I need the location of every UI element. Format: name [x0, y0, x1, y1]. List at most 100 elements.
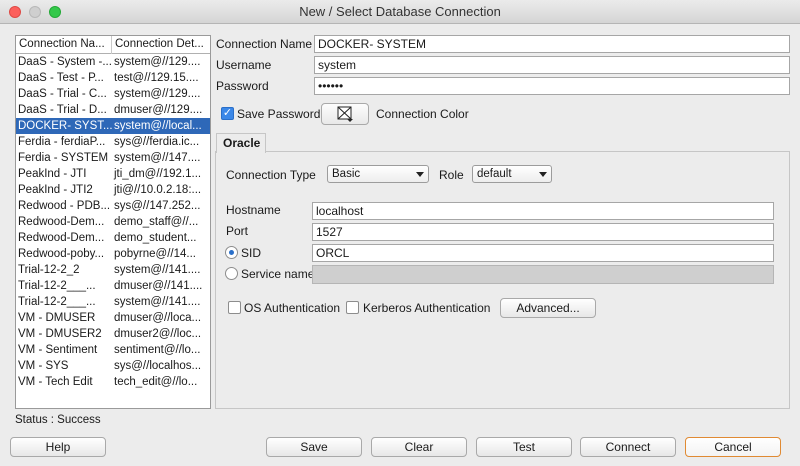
os-authentication-checkbox[interactable]: [228, 301, 241, 314]
connection-details-cell: jti_dm@//192.1...: [114, 168, 202, 180]
connection-details-cell: jti@//10.0.2.18:...: [114, 184, 202, 196]
connection-name-cell: Redwood - PDB...: [18, 200, 111, 212]
connection-name-cell: VM - Tech Edit: [18, 376, 93, 388]
status-text: Status : Success: [15, 414, 101, 426]
help-button[interactable]: Help: [10, 437, 106, 457]
connection-name-cell: VM - DMUSER2: [18, 328, 102, 340]
connection-row[interactable]: PeakInd - JTI jti_dm@//192.1...: [16, 166, 210, 182]
connection-row[interactable]: Trial-12-2_2 system@//141....: [16, 262, 210, 278]
connection-name-cell: Trial-12-2___...: [18, 296, 96, 308]
connection-name-cell: Trial-12-2_2: [18, 264, 80, 276]
connection-list[interactable]: Connection Na... Connection Det... DaaS …: [15, 35, 211, 409]
chevron-down-icon: [539, 172, 547, 177]
connection-color-label: Connection Color: [376, 107, 469, 121]
username-field[interactable]: system: [314, 56, 790, 74]
connection-details-cell: system@//129....: [114, 88, 201, 100]
password-field[interactable]: ••••••: [314, 77, 790, 95]
kerberos-authentication-label: Kerberos Authentication: [363, 301, 491, 315]
connection-details-cell: system@//local...: [114, 120, 202, 132]
connection-row[interactable]: Trial-12-2___... dmuser@//141....: [16, 278, 210, 294]
connection-details-cell: demo_student...: [114, 232, 197, 244]
save-button[interactable]: Save: [266, 437, 362, 457]
connection-row[interactable]: Redwood-Dem... demo_staff@//...: [16, 214, 210, 230]
connection-row[interactable]: DaaS - Test - P... test@//129.15....: [16, 70, 210, 86]
connection-name-field[interactable]: DOCKER- SYSTEM: [314, 35, 790, 53]
connection-details-cell: test@//129.15....: [114, 72, 199, 84]
kerberos-authentication-checkbox[interactable]: [346, 301, 359, 314]
service-name-radio[interactable]: [225, 267, 238, 280]
connection-list-header: Connection Na... Connection Det...: [16, 36, 210, 54]
connection-name-cell: Ferdia - ferdiaP...: [18, 136, 106, 148]
service-name-label: Service name: [241, 267, 315, 281]
connection-name-label: Connection Name: [216, 37, 313, 51]
connection-name-cell: DaaS - Test - P...: [18, 72, 104, 84]
column-header-connection-details[interactable]: Connection Det...: [112, 36, 210, 54]
username-label: Username: [216, 58, 272, 72]
window-title: New / Select Database Connection: [299, 4, 501, 19]
connection-row[interactable]: Ferdia - ferdiaP... sys@//ferdia.ic...: [16, 134, 210, 150]
connection-row[interactable]: VM - Tech Edit tech_edit@//lo...: [16, 374, 210, 390]
connection-name-cell: PeakInd - JTI: [18, 168, 87, 180]
connection-name-cell: Ferdia - SYSTEM: [18, 152, 109, 164]
chevron-down-icon: [416, 172, 424, 177]
save-password-checkbox[interactable]: ✓: [221, 107, 234, 120]
connection-type-value: Basic: [332, 168, 361, 180]
connection-details-cell: dmuser2@//loc...: [114, 328, 202, 340]
connection-row[interactable]: Redwood-poby... pobyrne@//14...: [16, 246, 210, 262]
connection-details-cell: dmuser@//141....: [114, 280, 203, 292]
role-select[interactable]: default: [472, 165, 552, 183]
advanced-button[interactable]: Advanced...: [500, 298, 596, 318]
connection-name-cell: DaaS - Trial - C...: [18, 88, 107, 100]
connection-row[interactable]: VM - Sentiment sentiment@//lo...: [16, 342, 210, 358]
connection-details-cell: sys@//147.252...: [114, 200, 201, 212]
title-bar: New / Select Database Connection: [0, 0, 800, 24]
sid-field[interactable]: ORCL: [312, 244, 774, 262]
cancel-button[interactable]: Cancel: [685, 437, 781, 457]
connection-details-cell: tech_edit@//lo...: [114, 376, 198, 388]
connection-row[interactable]: Trial-12-2___... system@//141....: [16, 294, 210, 310]
connection-details-cell: system@//129....: [114, 56, 201, 68]
connection-row[interactable]: VM - DMUSER2 dmuser2@//loc...: [16, 326, 210, 342]
test-button[interactable]: Test: [476, 437, 572, 457]
connection-row[interactable]: DaaS - Trial - C... system@//129....: [16, 86, 210, 102]
connection-row[interactable]: DaaS - System -... system@//129....: [16, 54, 210, 70]
save-password-label: Save Password: [237, 107, 321, 121]
os-authentication-label: OS Authentication: [244, 301, 341, 315]
connection-row[interactable]: DaaS - Trial - D... dmuser@//129....: [16, 102, 210, 118]
connection-name-cell: DaaS - Trial - D...: [18, 104, 107, 116]
connection-row[interactable]: VM - DMUSER dmuser@//loca...: [16, 310, 210, 326]
connection-row[interactable]: Redwood-Dem... demo_student...: [16, 230, 210, 246]
connection-details-cell: system@//141....: [114, 296, 201, 308]
connection-name-cell: VM - SYS: [18, 360, 69, 372]
service-name-field[interactable]: [312, 265, 774, 284]
hostname-label: Hostname: [226, 203, 281, 217]
hostname-field[interactable]: localhost: [312, 202, 774, 220]
connection-name-cell: Redwood-poby...: [18, 248, 105, 260]
connection-name-cell: DOCKER- SYST...: [18, 120, 112, 132]
connection-type-select[interactable]: Basic: [327, 165, 429, 183]
connection-name-cell: Redwood-Dem...: [18, 216, 105, 228]
role-value: default: [477, 168, 512, 180]
port-label: Port: [226, 224, 249, 238]
connection-type-label: Connection Type: [226, 168, 316, 182]
connection-name-cell: VM - Sentiment: [18, 344, 98, 356]
connection-rows: DaaS - System -... system@//129.... DaaS -…: [16, 54, 210, 390]
port-field[interactable]: 1527: [312, 223, 774, 241]
connection-row[interactable]: Redwood - PDB... sys@//147.252...: [16, 198, 210, 214]
connection-row[interactable]: PeakInd - JTI2 jti@//10.0.2.18:...: [16, 182, 210, 198]
connection-row[interactable]: Ferdia - SYSTEM system@//147....: [16, 150, 210, 166]
connection-row[interactable]: DOCKER- SYST... system@//local...: [16, 118, 210, 134]
connection-row[interactable]: VM - SYS sys@//localhos...: [16, 358, 210, 374]
connection-name-cell: VM - DMUSER: [18, 312, 96, 324]
connection-color-button[interactable]: [321, 103, 369, 125]
tab-oracle[interactable]: Oracle: [216, 133, 266, 153]
connection-details-cell: dmuser@//129....: [114, 104, 203, 116]
connection-details-cell: system@//141....: [114, 264, 201, 276]
clear-button[interactable]: Clear: [371, 437, 467, 457]
connection-details-cell: sentiment@//lo...: [114, 344, 201, 356]
column-header-connection-name[interactable]: Connection Na...: [16, 36, 112, 54]
connect-button[interactable]: Connect: [580, 437, 676, 457]
sid-radio[interactable]: [225, 246, 238, 259]
connection-details-cell: sys@//ferdia.ic...: [114, 136, 200, 148]
connection-name-cell: Redwood-Dem...: [18, 232, 105, 244]
